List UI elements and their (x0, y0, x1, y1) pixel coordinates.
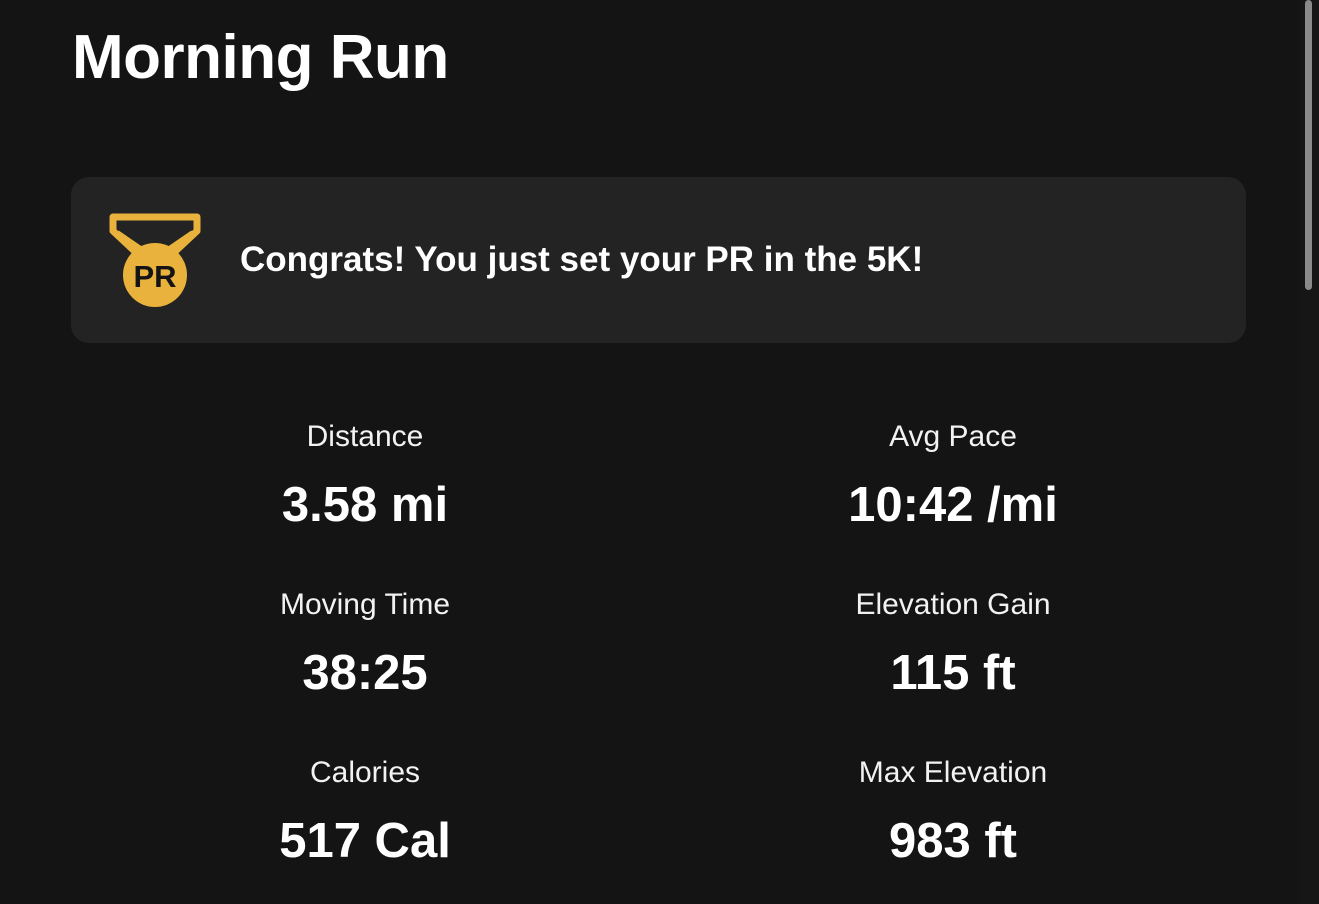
stat-elevation-gain: Elevation Gain 115 ft (753, 587, 1153, 699)
stat-value: 983 ft (888, 814, 1017, 868)
stat-calories: Calories 517 Cal (165, 755, 565, 867)
stat-label: Distance (306, 420, 424, 453)
stat-label: Max Elevation (858, 756, 1048, 789)
pr-medal-icon: PR (109, 213, 201, 307)
scrollbar[interactable] (1300, 0, 1319, 904)
stat-value: 115 ft (890, 646, 1016, 700)
stat-value: 38:25 (302, 646, 428, 700)
pr-message: Congrats! You just set your PR in the 5K… (240, 240, 924, 279)
scrollbar-thumb[interactable] (1305, 0, 1312, 290)
pr-banner[interactable]: PR Congrats! You just set your PR in the… (71, 177, 1246, 343)
pr-medal-label: PR (133, 259, 176, 294)
stat-label: Calories (309, 756, 421, 789)
stat-label: Elevation Gain (855, 588, 1051, 621)
stat-label: Avg Pace (889, 420, 1017, 453)
stat-value: 517 Cal (279, 814, 451, 868)
stat-distance: Distance 3.58 mi (165, 419, 565, 531)
stat-value: 10:42 /mi (848, 478, 1058, 532)
stat-label: Moving Time (279, 588, 451, 621)
page-title: Morning Run (72, 23, 449, 92)
activity-detail-page: Morning Run PR Congrats! You just set yo… (0, 0, 1319, 904)
stat-max-elevation: Max Elevation 983 ft (753, 755, 1153, 867)
stat-value: 3.58 mi (281, 478, 449, 532)
stat-avg-pace: Avg Pace 10:42 /mi (753, 419, 1153, 531)
stat-moving-time: Moving Time 38:25 (165, 587, 565, 699)
